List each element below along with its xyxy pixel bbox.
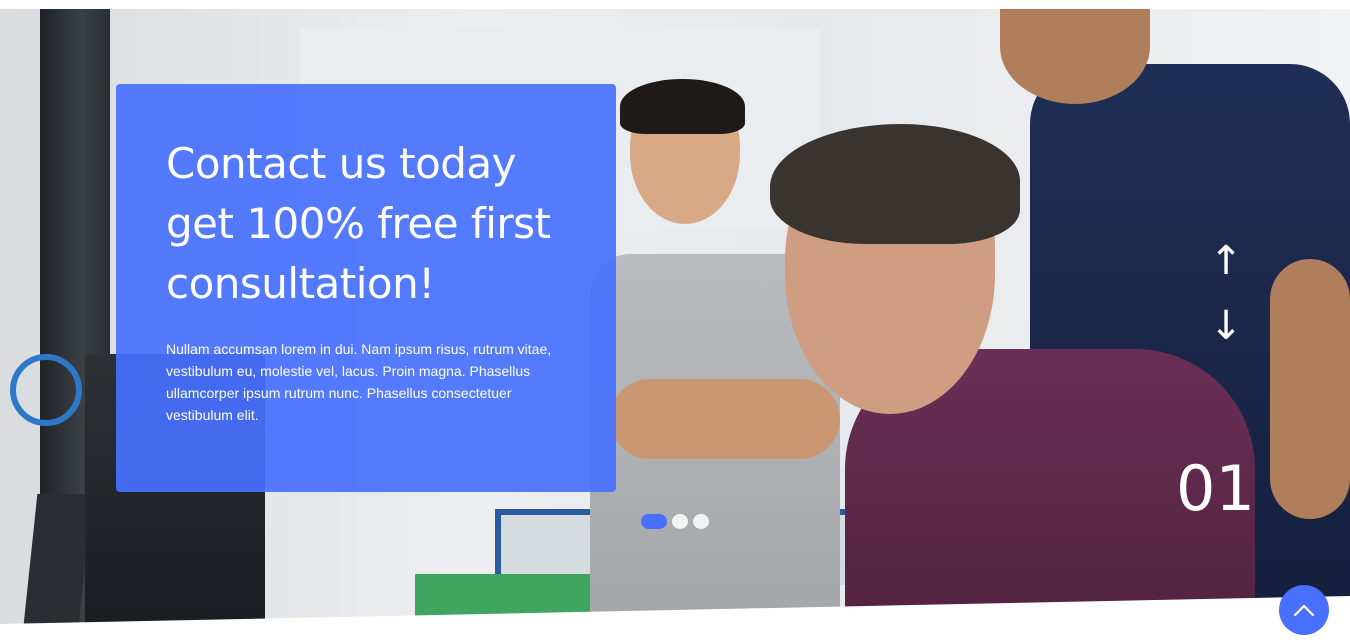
arrow-up-icon[interactable]: ↑ — [1208, 239, 1244, 283]
hero-slider: Contact us today get 100% free first con… — [0, 9, 1350, 624]
scroll-to-top-button[interactable] — [1279, 585, 1329, 635]
person-purple-shirt — [765, 124, 1255, 624]
hero-description: Nullam accumsan lorem in dui. Nam ipsum … — [166, 341, 552, 423]
slider-dots — [641, 514, 709, 529]
slide-number: 01 — [1176, 452, 1255, 525]
hero-content-card: Contact us today get 100% free first con… — [116, 84, 616, 492]
chevron-up-icon — [1293, 604, 1315, 617]
background-cable — [10, 354, 82, 426]
arrow-down-icon[interactable]: ↓ — [1208, 304, 1244, 348]
bottom-divider — [0, 596, 1350, 644]
slider-dot-3[interactable] — [693, 514, 709, 529]
hero-title: Contact us today get 100% free first con… — [166, 139, 551, 308]
slider-dot-2[interactable] — [672, 514, 688, 529]
slider-dot-1[interactable] — [641, 514, 667, 529]
